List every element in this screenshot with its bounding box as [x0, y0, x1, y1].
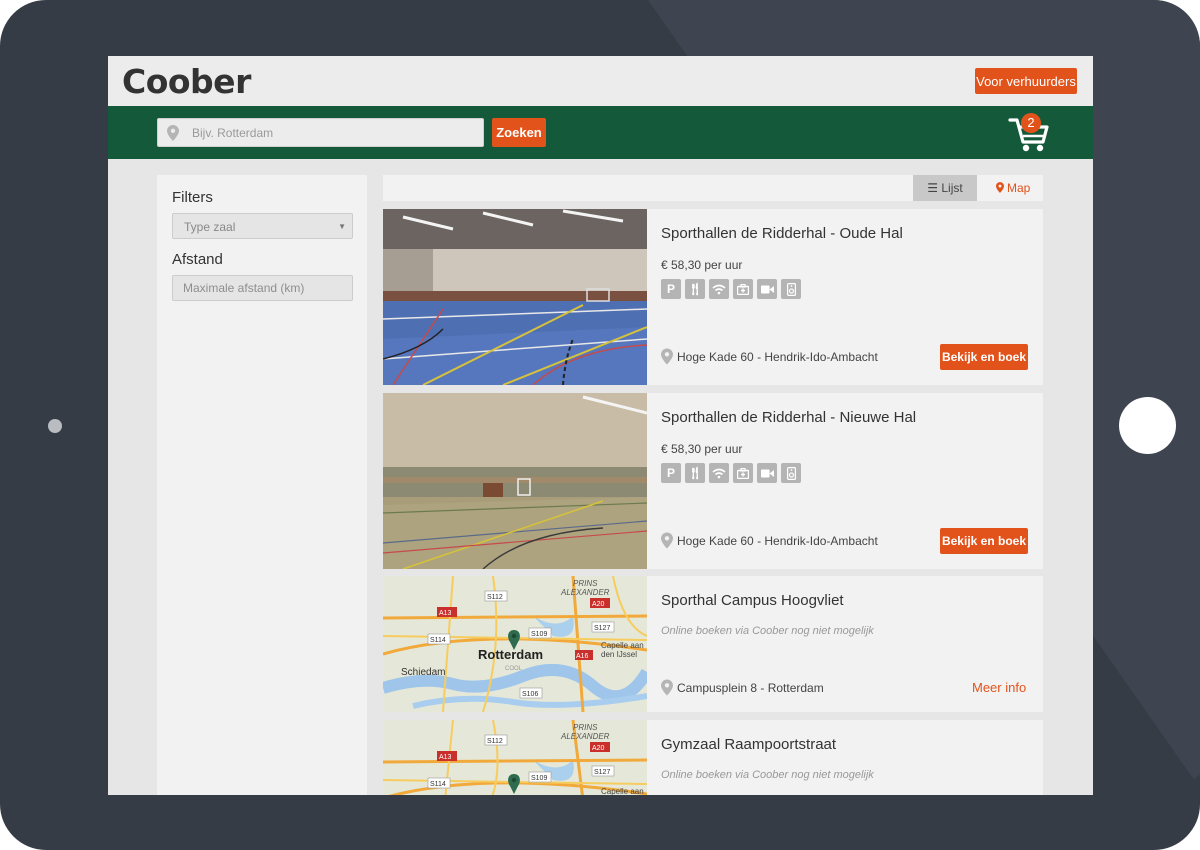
map-label: A13	[439, 754, 452, 761]
map-image: PRINS ALEXANDER A13 A20 S112 S114 S109 S…	[383, 576, 647, 712]
location-pin-icon	[661, 532, 673, 549]
map-label: S106	[522, 691, 538, 698]
listing-address: Campusplein 8 - Rotterdam	[661, 679, 824, 696]
address-text: Hoge Kade 60 - Hendrik-Ido-Ambacht	[677, 533, 878, 548]
search-input[interactable]	[192, 119, 480, 146]
map-label: A20	[592, 601, 605, 608]
listing-address: Hoge Kade 60 - Hendrik-Ido-Ambacht	[661, 348, 878, 365]
map-label: ALEXANDER	[560, 588, 610, 597]
type-zaal-select[interactable]: Type zaal ▼	[172, 213, 353, 239]
filters-panel: Filters Type zaal ▼ Afstand	[157, 175, 367, 795]
map-label: A16	[576, 653, 589, 660]
map-label: den IJssel	[601, 650, 637, 659]
listing-address: Hoge Kade 60 - Hendrik-Ido-Ambacht	[661, 532, 878, 549]
first-aid-icon	[733, 279, 753, 299]
map-label: Capelle aan	[601, 787, 644, 795]
meer-info-link[interactable]: Meer info	[972, 680, 1026, 695]
filters-heading: Filters	[172, 189, 213, 206]
food-icon: 🍴︎	[685, 463, 705, 483]
afstand-label: Afstand	[172, 251, 223, 268]
listing-title[interactable]: Sporthallen de Ridderhal - Oude Hal	[661, 225, 903, 242]
bekijk-en-boek-button[interactable]: Bekijk en boek	[940, 344, 1028, 370]
listing-price: € 58,30 per uur	[661, 258, 743, 272]
type-zaal-value: Type zaal	[184, 220, 236, 234]
logo[interactable]: Coober	[122, 62, 251, 101]
map-label: S109	[531, 775, 547, 782]
map-image: PRINS ALEXANDER A13 A20 S112 S114 S109 S…	[383, 720, 647, 795]
amenities-row: P 🍴︎	[661, 463, 801, 483]
listing-price: € 58,30 per uur	[661, 442, 743, 456]
screen: Coober Voor verhuurders Zoeken 2 Filters	[108, 56, 1093, 795]
listing-card: Sporthallen de Ridderhal - Oude Hal € 58…	[383, 209, 1043, 385]
location-pin-icon	[661, 679, 673, 696]
sports-hall-image	[383, 393, 647, 569]
tab-list[interactable]: ☰ Lijst	[913, 175, 977, 201]
search-button[interactable]: Zoeken	[492, 118, 546, 147]
map-label: COOL	[505, 666, 523, 672]
map-label: PRINS	[573, 723, 598, 732]
venue-photo[interactable]	[383, 209, 647, 385]
food-icon: 🍴︎	[685, 279, 705, 299]
listing-card: PRINS ALEXANDER A13 A20 S112 S114 S109 S…	[383, 720, 1043, 795]
tab-list-label: Lijst	[941, 181, 963, 195]
view-toggle-bar: ☰ Lijst Map	[383, 175, 1043, 201]
location-pin-icon	[167, 125, 179, 141]
listing-card: Sporthallen de Ridderhal - Nieuwe Hal € …	[383, 393, 1043, 569]
listing-title[interactable]: Sporthal Campus Hoogvliet	[661, 592, 844, 609]
home-button[interactable]	[1119, 397, 1176, 454]
map-label: ALEXANDER	[560, 732, 610, 741]
camera-dot	[48, 419, 62, 433]
map-label: A20	[592, 745, 605, 752]
list-icon: ☰	[927, 181, 939, 195]
search-field[interactable]	[157, 118, 484, 147]
venue-map[interactable]: PRINS ALEXANDER A13 A20 S112 S114 S109 S…	[383, 720, 647, 795]
map-label: S109	[531, 631, 547, 638]
speaker-icon	[781, 279, 801, 299]
first-aid-icon	[733, 463, 753, 483]
wifi-icon	[709, 463, 729, 483]
dropdown-arrow-icon: ▼	[338, 222, 346, 231]
tablet-frame: Coober Voor verhuurders Zoeken 2 Filters	[0, 0, 1200, 850]
parking-icon: P	[661, 279, 681, 299]
voor-verhuurders-button[interactable]: Voor verhuurders	[975, 68, 1077, 94]
map-label: S127	[594, 769, 610, 776]
cart-count-badge: 2	[1021, 113, 1041, 133]
map-label: PRINS	[573, 579, 598, 588]
booking-note: Online boeken via Coober nog niet mogeli…	[661, 625, 874, 637]
listing-title[interactable]: Gymzaal Raampoortstraat	[661, 736, 836, 753]
sports-hall-image	[383, 209, 647, 385]
top-bar: Coober Voor verhuurders	[108, 56, 1093, 106]
map-label: S112	[487, 594, 503, 601]
tab-map-label: Map	[1007, 181, 1031, 195]
map-label: Capelle aan	[601, 641, 644, 650]
map-label: A13	[439, 610, 452, 617]
address-text: Campusplein 8 - Rotterdam	[677, 680, 824, 695]
map-label: S127	[594, 625, 610, 632]
booking-note: Online boeken via Coober nog niet mogeli…	[661, 769, 874, 781]
bekijk-en-boek-button[interactable]: Bekijk en boek	[940, 528, 1028, 554]
map-label: Rotterdam	[478, 647, 543, 662]
map-label: S114	[430, 781, 446, 788]
camera-icon	[757, 279, 777, 299]
speaker-icon	[781, 463, 801, 483]
location-pin-icon	[661, 348, 673, 365]
amenities-row: P 🍴︎	[661, 279, 801, 299]
search-bar: Zoeken 2	[108, 106, 1093, 159]
listing-title[interactable]: Sporthallen de Ridderhal - Nieuwe Hal	[661, 409, 916, 426]
wifi-icon	[709, 279, 729, 299]
distance-input[interactable]	[172, 275, 353, 301]
address-text: Hoge Kade 60 - Hendrik-Ido-Ambacht	[677, 349, 878, 364]
map-label: S114	[430, 637, 446, 644]
venue-photo[interactable]	[383, 393, 647, 569]
camera-icon	[757, 463, 777, 483]
listing-card: PRINS ALEXANDER A13 A20 S112 S114 S109 S…	[383, 576, 1043, 712]
map-pin-icon	[995, 182, 1004, 193]
tab-map[interactable]: Map	[983, 175, 1043, 201]
map-label: S112	[487, 738, 503, 745]
map-label: Schiedam	[401, 667, 445, 678]
parking-icon: P	[661, 463, 681, 483]
venue-map[interactable]: PRINS ALEXANDER A13 A20 S112 S114 S109 S…	[383, 576, 647, 712]
